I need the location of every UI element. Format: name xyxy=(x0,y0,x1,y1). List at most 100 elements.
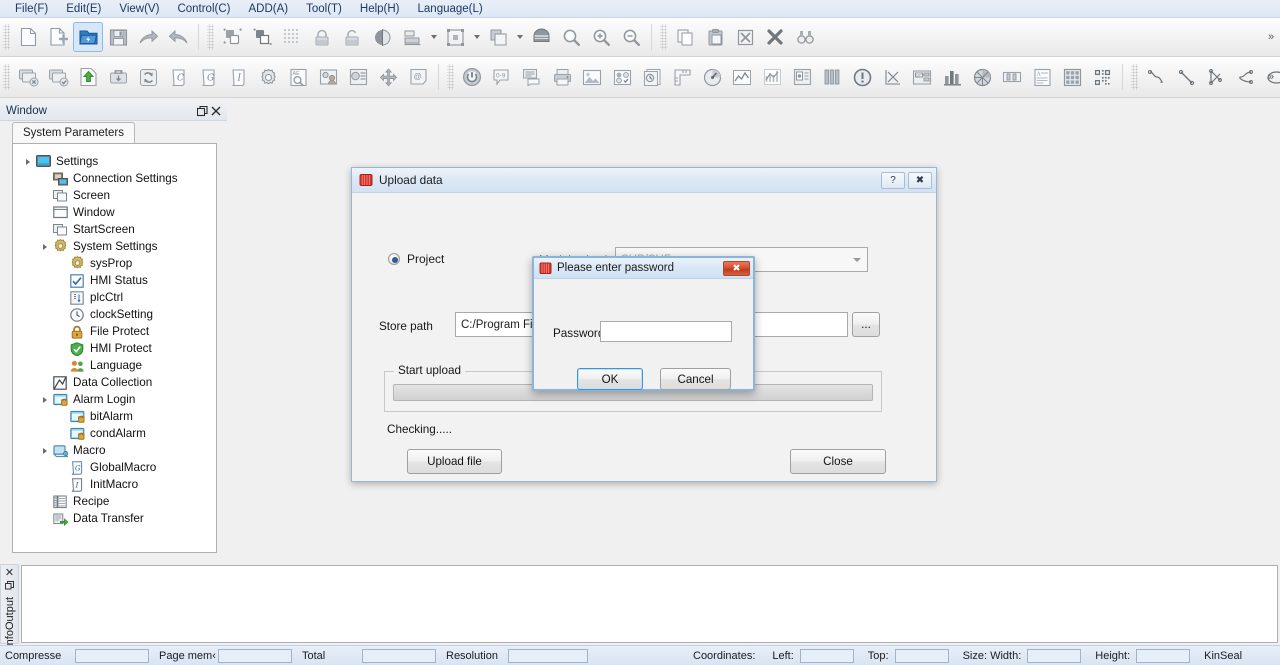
qr-code-icon[interactable] xyxy=(1087,62,1117,92)
gauge-icon[interactable] xyxy=(697,62,727,92)
menu-help[interactable]: Help(H) xyxy=(351,1,409,17)
toolbar-grip[interactable] xyxy=(447,64,454,90)
toolbar-overflow-button[interactable]: » xyxy=(1264,18,1278,56)
undo-icon[interactable] xyxy=(163,22,193,52)
table-grid-icon[interactable] xyxy=(1057,62,1087,92)
close-icon[interactable]: ✕ xyxy=(5,568,14,579)
close-action-button[interactable]: Close xyxy=(790,449,886,474)
zoom-in-icon[interactable] xyxy=(586,22,616,52)
user-window-icon[interactable] xyxy=(313,62,343,92)
tree-item-connection-settings[interactable]: Connection Settings xyxy=(21,170,216,187)
cancel-button[interactable]: Cancel xyxy=(660,368,731,390)
close-icon[interactable] xyxy=(209,104,223,118)
upload-file-button[interactable]: Upload file xyxy=(407,449,502,474)
lock-icon[interactable] xyxy=(307,22,337,52)
tree-item-startscreen[interactable]: StartScreen xyxy=(21,221,216,238)
password-input[interactable] xyxy=(600,321,732,342)
curve-icon[interactable] xyxy=(1231,62,1261,92)
redo-icon[interactable] xyxy=(133,22,163,52)
address-tag-icon[interactable]: @ xyxy=(403,62,433,92)
xy-chart-icon[interactable] xyxy=(877,62,907,92)
power-button-icon[interactable] xyxy=(457,62,487,92)
size-icon[interactable] xyxy=(440,22,470,52)
browse-button[interactable]: ... xyxy=(852,312,880,337)
print-icon[interactable] xyxy=(547,62,577,92)
image-icon[interactable] xyxy=(577,62,607,92)
tree-item-clocksetting[interactable]: clockSetting xyxy=(21,306,216,323)
paste-icon[interactable] xyxy=(700,22,730,52)
pin-icon[interactable] xyxy=(5,581,14,593)
history-icon[interactable] xyxy=(637,62,667,92)
tree-item-macro[interactable]: Macro xyxy=(21,442,216,459)
macro-c-icon[interactable]: C xyxy=(163,62,193,92)
connector-icon[interactable] xyxy=(1201,62,1231,92)
text-block-icon[interactable]: A xyxy=(1027,62,1057,92)
text-display-icon[interactable] xyxy=(517,62,547,92)
settings-gear-icon[interactable] xyxy=(253,62,283,92)
numeric-input-icon[interactable]: 0-9 xyxy=(487,62,517,92)
password-dialog-titlebar[interactable]: Please enter password ✖ xyxy=(534,258,753,279)
tree-item-globalmacro[interactable]: G GlobalMacro xyxy=(21,459,216,476)
shape-icon[interactable] xyxy=(526,22,556,52)
upload-icon[interactable] xyxy=(73,62,103,92)
info-output-content[interactable] xyxy=(21,565,1278,643)
ruler-icon[interactable] xyxy=(667,62,697,92)
open-project-icon[interactable] xyxy=(73,22,103,52)
new-file-icon[interactable] xyxy=(13,22,43,52)
send-to-back-icon[interactable] xyxy=(247,22,277,52)
refresh-icon[interactable] xyxy=(133,62,163,92)
toolbar-grip[interactable] xyxy=(3,24,10,50)
tree-item-condalarm[interactable]: condAlarm xyxy=(21,425,216,442)
move-icon[interactable] xyxy=(373,62,403,92)
menu-tool[interactable]: Tool(T) xyxy=(297,1,351,17)
align-dropdown-arrow[interactable] xyxy=(427,22,440,52)
trend-chart-icon[interactable] xyxy=(727,62,757,92)
screen-confirm-icon[interactable] xyxy=(43,62,73,92)
size-dropdown-arrow[interactable] xyxy=(470,22,483,52)
data-entry-icon[interactable]: MPV xyxy=(907,62,937,92)
bring-to-front-icon[interactable] xyxy=(217,22,247,52)
upload-dialog-titlebar[interactable]: Upload data ? ✖ xyxy=(352,168,936,193)
radio-group-icon[interactable] xyxy=(607,62,637,92)
copy-icon[interactable] xyxy=(670,22,700,52)
menu-view[interactable]: View(V) xyxy=(110,1,168,17)
close-button[interactable]: ✖ xyxy=(723,260,750,276)
menu-file[interactable]: File(F) xyxy=(6,1,57,17)
pie-chart-icon[interactable] xyxy=(967,62,997,92)
expand-arrow-icon[interactable] xyxy=(38,442,51,459)
zoom-icon[interactable] xyxy=(556,22,586,52)
tree-item-file-protect[interactable]: File Protect xyxy=(21,323,216,340)
bar-chart-icon[interactable] xyxy=(937,62,967,92)
menu-control[interactable]: Control(C) xyxy=(168,1,239,17)
toolbar-overflow-button[interactable]: » xyxy=(1264,57,1278,97)
tree-item-initmacro[interactable]: I InitMacro xyxy=(21,476,216,493)
unlock-icon[interactable] xyxy=(337,22,367,52)
menu-add[interactable]: ADD(A) xyxy=(239,1,297,17)
tree-item-system-settings[interactable]: System Settings xyxy=(21,238,216,255)
align-icon[interactable] xyxy=(397,22,427,52)
find-icon[interactable] xyxy=(790,22,820,52)
toolbar-grip[interactable] xyxy=(207,24,214,50)
warning-icon[interactable] xyxy=(847,62,877,92)
alarm-display-icon[interactable] xyxy=(787,62,817,92)
text-search-icon[interactable]: AE xyxy=(283,62,313,92)
info-output-tab[interactable]: ✕ InfoOutput xyxy=(0,564,19,648)
line-chart-icon[interactable] xyxy=(757,62,787,92)
float-icon[interactable] xyxy=(195,104,209,118)
close-button[interactable]: ✖ xyxy=(908,171,932,189)
macro-i-icon[interactable]: I xyxy=(223,62,253,92)
tree-item-alarm-login[interactable]: Alarm Login xyxy=(21,391,216,408)
expand-arrow-icon[interactable] xyxy=(21,153,34,170)
tree-item-settings[interactable]: Settings xyxy=(21,153,216,170)
tab-system-parameters[interactable]: System Parameters xyxy=(12,122,135,143)
tree-item-screen[interactable]: Screen xyxy=(21,187,216,204)
save-icon[interactable] xyxy=(103,22,133,52)
bar-level-icon[interactable] xyxy=(817,62,847,92)
macro-g-icon[interactable]: G xyxy=(193,62,223,92)
screen-preview-icon[interactable] xyxy=(343,62,373,92)
new-file-add-icon[interactable] xyxy=(43,22,73,52)
system-parameters-tree[interactable]: Settings Connection Settings Screen Window S… xyxy=(12,143,217,553)
polyline-icon[interactable] xyxy=(1141,62,1171,92)
tree-item-window[interactable]: Window xyxy=(21,204,216,221)
expand-arrow-icon[interactable] xyxy=(38,391,51,408)
